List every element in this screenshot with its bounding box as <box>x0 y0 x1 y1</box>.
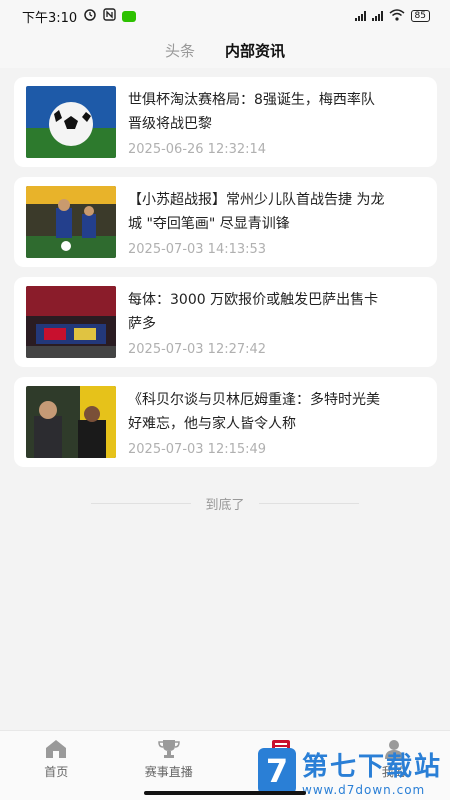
alarm-icon <box>83 7 97 25</box>
news-text: 世俱杯淘汰赛格局：8强诞生，梅西率队晋级将战巴黎 2025-06-26 12:3… <box>128 88 388 157</box>
news-time: 2025-07-03 14:13:53 <box>128 241 267 257</box>
news-card[interactable]: 每体：3000 万欧报价或触发巴萨出售卡萨多 2025-07-03 12:27:… <box>14 277 437 367</box>
divider <box>91 503 192 504</box>
nfc-icon <box>103 7 116 25</box>
home-icon <box>46 740 67 758</box>
news-title: 《科贝尔谈与贝林厄姆重逢：多特时光美好难忘，他与家人皆令人称 <box>128 391 380 432</box>
status-right: 85 <box>354 8 430 24</box>
wifi-icon <box>389 8 405 24</box>
wechat-icon <box>122 10 137 22</box>
watermark-title: 第七下载站 <box>302 751 443 782</box>
news-time: 2025-07-03 12:27:42 <box>128 341 267 357</box>
watermark-logo: 7 <box>258 748 296 794</box>
nav-live[interactable]: 赛事直播 <box>124 739 214 780</box>
status-bar: 下午3:10 85 <box>0 0 450 32</box>
end-of-list: 到底了 <box>0 494 450 513</box>
nav-live-label: 赛事直播 <box>144 765 193 779</box>
news-card[interactable]: 【小苏超战报】常州少儿队首战告捷 为龙城 "夺回笔画" 尽显青训锋 2025-0… <box>14 177 437 267</box>
news-title: 世俱杯淘汰赛格局：8强诞生，梅西率队晋级将战巴黎 <box>128 91 375 132</box>
tab-headlines[interactable]: 头条 <box>165 40 195 61</box>
watermark-url: www.d7down.com <box>302 782 426 797</box>
status-time: 下午3:10 <box>22 10 78 26</box>
news-text: 《科贝尔谈与贝林厄姆重逢：多特时光美好难忘，他与家人皆令人称 2025-07-0… <box>128 388 388 457</box>
news-thumbnail <box>26 186 116 258</box>
divider <box>258 503 359 504</box>
news-thumbnail <box>26 286 116 358</box>
news-title: 【小苏超战报】常州少儿队首战告捷 为龙城 "夺回笔画" 尽显青训锋 <box>128 191 385 232</box>
end-text: 到底了 <box>205 498 245 513</box>
signal-icon <box>354 11 366 21</box>
tab-internal-news[interactable]: 内部资讯 <box>225 40 285 61</box>
news-text: 【小苏超战报】常州少儿队首战告捷 为龙城 "夺回笔画" 尽显青训锋 2025-0… <box>128 188 388 257</box>
news-thumbnail <box>26 386 116 458</box>
news-time: 2025-07-03 12:15:49 <box>128 441 267 457</box>
nav-home[interactable]: 首页 <box>11 739 101 780</box>
news-card[interactable]: 世俱杯淘汰赛格局：8强诞生，梅西率队晋级将战巴黎 2025-06-26 12:3… <box>14 77 437 167</box>
watermark-text: 第七下载站 www.d7down.com <box>302 746 442 797</box>
nav-home-label: 首页 <box>44 765 69 779</box>
signal-icon-2 <box>371 11 383 21</box>
news-feed: 世俱杯淘汰赛格局：8强诞生，梅西率队晋级将战巴黎 2025-06-26 12:3… <box>14 77 437 477</box>
news-text: 每体：3000 万欧报价或触发巴萨出售卡萨多 2025-07-03 12:27:… <box>128 288 388 357</box>
top-tabs: 头条 内部资讯 <box>0 32 450 68</box>
news-title: 每体：3000 万欧报价或触发巴萨出售卡萨多 <box>128 291 379 332</box>
home-indicator[interactable] <box>144 791 306 795</box>
trophy-icon <box>157 740 180 758</box>
news-time: 2025-06-26 12:32:14 <box>128 141 267 157</box>
news-card[interactable]: 《科贝尔谈与贝林厄姆重逢：多特时光美好难忘，他与家人皆令人称 2025-07-0… <box>14 377 437 467</box>
news-thumbnail <box>26 86 116 158</box>
status-left: 下午3:10 <box>22 7 137 26</box>
battery-icon: 85 <box>410 10 430 22</box>
